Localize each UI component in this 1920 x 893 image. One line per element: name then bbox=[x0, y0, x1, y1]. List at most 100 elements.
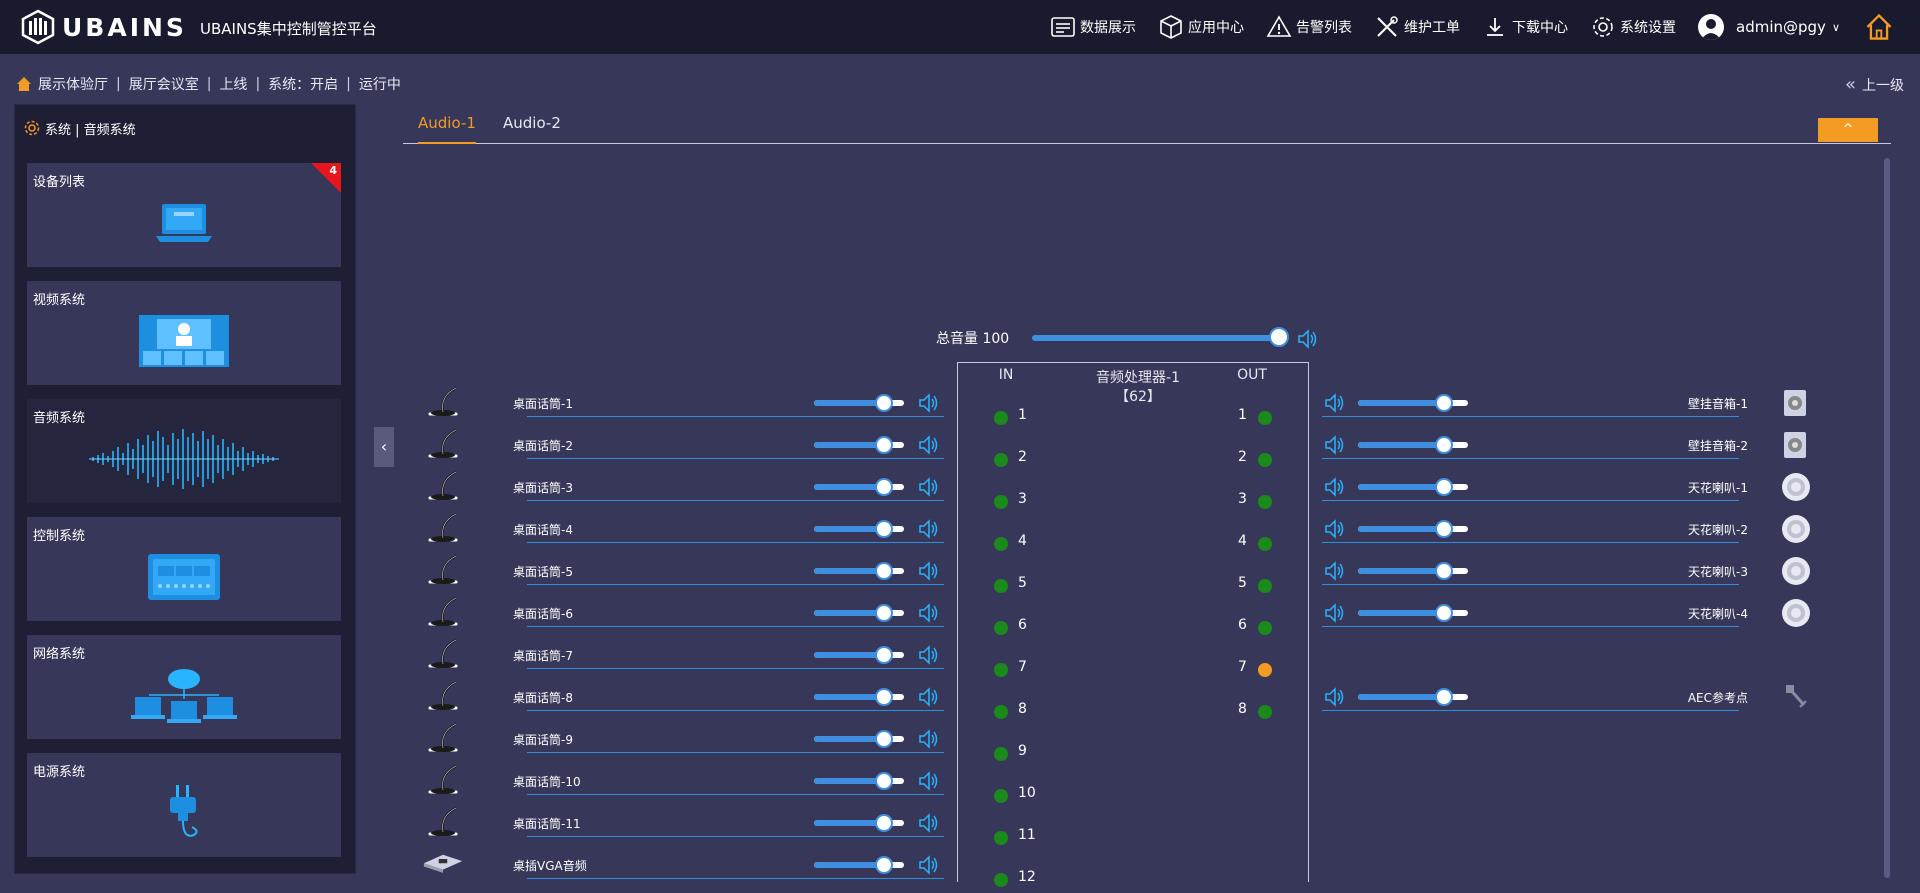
speaker-volume-icon[interactable] bbox=[917, 854, 939, 876]
input-volume-knob[interactable] bbox=[875, 394, 894, 412]
in-status-dot bbox=[994, 495, 1008, 509]
input-volume-knob[interactable] bbox=[875, 436, 894, 454]
speaker-volume-icon[interactable] bbox=[917, 560, 939, 582]
input-volume-knob[interactable] bbox=[875, 478, 894, 496]
speaker-volume-icon[interactable] bbox=[917, 476, 939, 498]
input-volume-fill bbox=[814, 526, 885, 532]
in-status-dot bbox=[994, 789, 1008, 803]
input-channel-label: 桌插VGA音频 bbox=[513, 859, 587, 873]
in-channel-number: 1 bbox=[1018, 407, 1027, 423]
input-volume-knob[interactable] bbox=[875, 730, 894, 748]
input-volume-knob[interactable] bbox=[875, 772, 894, 790]
card-audio-system[interactable]: 音频系统 bbox=[27, 399, 341, 503]
out-status-dot bbox=[1258, 495, 1272, 509]
input-volume-fill bbox=[814, 568, 885, 574]
speaker-volume-icon[interactable] bbox=[1323, 560, 1345, 582]
input-volume-fill bbox=[814, 610, 885, 616]
input-channel-label: 桌面话筒-2 bbox=[513, 439, 573, 453]
output-channel-label: 壁挂音箱-1 bbox=[1688, 397, 1748, 411]
speaker-volume-icon[interactable] bbox=[917, 728, 939, 750]
tab-audio-1[interactable]: Audio-1 bbox=[418, 114, 476, 144]
collapse-button[interactable]: ^ bbox=[1818, 118, 1878, 142]
speaker-volume-icon[interactable] bbox=[1323, 392, 1345, 414]
nav-data-display[interactable]: 数据展示 bbox=[1050, 14, 1136, 40]
in-channel-number: 6 bbox=[1018, 617, 1027, 633]
home-button[interactable] bbox=[1864, 12, 1898, 42]
speaker-volume-icon[interactable] bbox=[1323, 602, 1345, 624]
input-volume-knob[interactable] bbox=[875, 604, 894, 622]
nav-alarm-list[interactable]: 告警列表 bbox=[1266, 14, 1352, 40]
in-header: IN bbox=[998, 367, 1014, 383]
gooseneck-mic-icon bbox=[428, 639, 458, 668]
output-volume-knob[interactable] bbox=[1434, 688, 1453, 706]
channel-underline bbox=[527, 878, 944, 879]
tab-audio-2[interactable]: Audio-2 bbox=[503, 114, 561, 142]
sidebar-toggle-button[interactable]: ‹ bbox=[374, 427, 394, 467]
card-video-system[interactable]: 视频系统 bbox=[27, 281, 341, 385]
back-button[interactable]: « 上一级 bbox=[1845, 74, 1904, 95]
speaker-volume-icon[interactable] bbox=[917, 686, 939, 708]
top-navigation-bar: UBAINS UBAINS集中控制管控平台 数据展示 应用中心 告警列表 维护工… bbox=[0, 0, 1920, 54]
user-menu[interactable]: admin@pgy ∨ bbox=[1698, 14, 1840, 40]
nav-app-center[interactable]: 应用中心 bbox=[1158, 14, 1244, 40]
in-status-dot bbox=[994, 537, 1008, 551]
nav-maintenance[interactable]: 维护工单 bbox=[1374, 14, 1460, 40]
output-channel-label: 天花喇叭-1 bbox=[1688, 481, 1748, 495]
output-volume-knob[interactable] bbox=[1434, 520, 1453, 538]
output-channel-label: 天花喇叭-2 bbox=[1688, 523, 1748, 537]
output-volume-knob[interactable] bbox=[1434, 604, 1453, 622]
video-conference-icon bbox=[139, 315, 229, 367]
device-count-badge: 4 bbox=[329, 164, 337, 177]
channel-underline bbox=[1322, 500, 1739, 501]
in-channel-number: 3 bbox=[1018, 491, 1027, 507]
breadcrumb-separator: | bbox=[206, 76, 212, 92]
input-volume-knob[interactable] bbox=[875, 814, 894, 832]
card-device-list[interactable]: 设备列表 4 bbox=[27, 163, 341, 267]
speaker-volume-icon[interactable] bbox=[1323, 476, 1345, 498]
output-volume-knob[interactable] bbox=[1434, 436, 1453, 454]
status-online: 上线 bbox=[219, 77, 248, 93]
brand-logo[interactable]: UBAINS bbox=[20, 9, 187, 45]
output-volume-knob[interactable] bbox=[1434, 394, 1453, 412]
speaker-volume-icon[interactable] bbox=[917, 392, 939, 414]
input-volume-fill bbox=[814, 400, 885, 406]
speaker-volume-icon[interactable] bbox=[1323, 686, 1345, 708]
input-volume-knob[interactable] bbox=[875, 646, 894, 664]
scrollbar[interactable] bbox=[1884, 158, 1890, 878]
input-volume-fill bbox=[814, 694, 885, 700]
speaker-volume-icon[interactable] bbox=[1323, 434, 1345, 456]
input-volume-knob[interactable] bbox=[875, 562, 894, 580]
output-volume-knob[interactable] bbox=[1434, 562, 1453, 580]
speaker-volume-icon[interactable] bbox=[917, 518, 939, 540]
speaker-volume-icon[interactable] bbox=[1296, 328, 1318, 350]
in-status-dot bbox=[994, 705, 1008, 719]
output-volume-knob[interactable] bbox=[1434, 478, 1453, 496]
ceiling-speaker-icon bbox=[1782, 599, 1810, 627]
speaker-volume-icon[interactable] bbox=[1323, 518, 1345, 540]
breadcrumb-item[interactable]: 展厅会议室 bbox=[129, 74, 199, 94]
out-channel-number: 7 bbox=[1238, 659, 1247, 675]
speaker-volume-icon[interactable] bbox=[917, 644, 939, 666]
speaker-volume-icon[interactable] bbox=[917, 770, 939, 792]
card-network-system[interactable]: 网络系统 bbox=[27, 635, 341, 739]
input-channel-label: 桌面话筒-11 bbox=[513, 817, 581, 831]
card-power-system[interactable]: 电源系统 bbox=[27, 753, 341, 857]
speaker-volume-icon[interactable] bbox=[917, 812, 939, 834]
input-volume-knob[interactable] bbox=[875, 856, 894, 874]
speaker-volume-icon[interactable] bbox=[917, 602, 939, 624]
nav-download[interactable]: 下载中心 bbox=[1482, 14, 1568, 40]
master-volume-slider[interactable] bbox=[1032, 335, 1282, 341]
network-cloud-icon bbox=[131, 669, 237, 723]
input-volume-knob[interactable] bbox=[875, 688, 894, 706]
input-volume-knob[interactable] bbox=[875, 520, 894, 538]
gooseneck-mic-icon bbox=[428, 555, 458, 584]
sidebar-title: 系统 | 音频系统 bbox=[45, 122, 136, 138]
control-panel-icon bbox=[148, 554, 220, 600]
master-volume-knob[interactable] bbox=[1269, 327, 1289, 347]
nav-system-settings[interactable]: 系统设置 bbox=[1590, 14, 1676, 40]
card-control-system[interactable]: 控制系统 bbox=[27, 517, 341, 621]
speaker-volume-icon[interactable] bbox=[917, 434, 939, 456]
output-volume-fill bbox=[1358, 610, 1444, 616]
input-volume-fill bbox=[814, 652, 885, 658]
breadcrumb-item[interactable]: 展示体验厅 bbox=[38, 74, 108, 94]
